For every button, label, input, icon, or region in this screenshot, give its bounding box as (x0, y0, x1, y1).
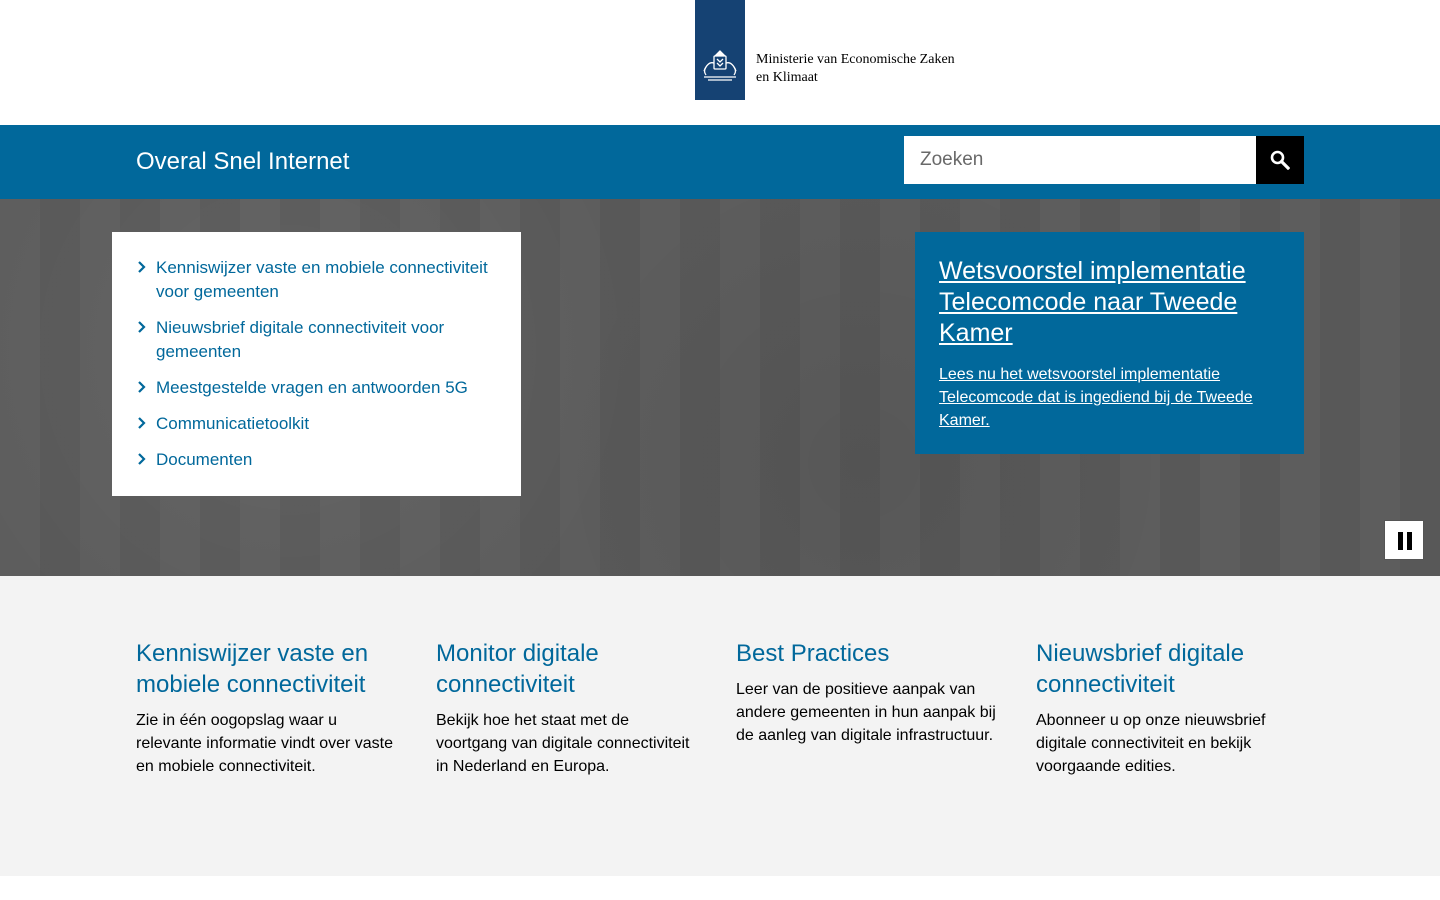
quicklink-item: Communicatietoolkit (136, 412, 497, 436)
chevron-right-icon (138, 261, 146, 273)
feature-text: Bekijk hoe het staat met de voortgang va… (436, 712, 690, 775)
feature-text: Abonneer u op onze nieuwsbrief digitale … (1036, 712, 1266, 775)
hero-carousel: Kenniswijzer vaste en mobiele connectivi… (0, 199, 1440, 576)
ministry-logo[interactable] (695, 0, 745, 100)
chevron-right-icon (138, 453, 146, 465)
ministry-name-line2: en Klimaat (756, 70, 818, 85)
feature-section: Kenniswijzer vaste en mobiele connectivi… (0, 576, 1440, 876)
quicklink-nieuwsbrief[interactable]: Nieuwsbrief digitale connectiviteit voor… (156, 316, 497, 364)
pause-icon-bar (1407, 532, 1412, 550)
ministry-name: Ministerie van Economische Zaken en Klim… (756, 51, 955, 87)
feature-title-nieuwsbrief[interactable]: Nieuwsbrief digitale connectiviteit (1036, 640, 1244, 698)
feature-title-kenniswijzer[interactable]: Kenniswijzer vaste en mobiele connectivi… (136, 640, 368, 698)
carousel-pause-button[interactable] (1384, 520, 1424, 560)
chevron-right-icon (138, 381, 146, 393)
feature-card: Nieuwsbrief digitale connectiviteit Abon… (1036, 638, 1296, 778)
spotlight-card: Wetsvoorstel implementatie Telecomcode n… (915, 232, 1304, 454)
feature-text: Zie in één oogopslag waar u relevante in… (136, 712, 394, 775)
quicklink-item: Documenten (136, 448, 497, 472)
site-bar: Overal Snel Internet (0, 125, 1440, 199)
chevron-right-icon (138, 321, 146, 333)
chevron-right-icon (138, 417, 146, 429)
site-header: Ministerie van Economische Zaken en Klim… (0, 0, 1440, 125)
feature-card: Kenniswijzer vaste en mobiele connectivi… (136, 638, 396, 778)
feature-text: Leer van de positieve aanpak van andere … (736, 681, 996, 744)
quicklink-item: Kenniswijzer vaste en mobiele connectivi… (136, 256, 497, 304)
quicklink-documenten[interactable]: Documenten (156, 448, 497, 472)
feature-title-monitor[interactable]: Monitor digitale connectiviteit (436, 640, 599, 698)
ministry-name-line1: Ministerie van Economische Zaken (756, 52, 955, 67)
feature-title-best-practices[interactable]: Best Practices (736, 640, 889, 667)
search-icon (1270, 150, 1290, 170)
feature-card: Monitor digitale connectiviteit Bekijk h… (436, 638, 696, 778)
pause-icon (1398, 532, 1403, 550)
search-button[interactable] (1256, 136, 1304, 184)
quicklink-communicatietoolkit[interactable]: Communicatietoolkit (156, 412, 497, 436)
coat-of-arms-icon (703, 50, 737, 81)
quicklink-item: Meestgestelde vragen en antwoorden 5G (136, 376, 497, 400)
quicklink-faq-5g[interactable]: Meestgestelde vragen en antwoorden 5G (156, 376, 497, 400)
search-input[interactable] (904, 136, 1256, 184)
feature-card: Best Practices Leer van de positieve aan… (736, 638, 996, 747)
quicklinks-panel: Kenniswijzer vaste en mobiele connectivi… (112, 232, 521, 496)
site-title[interactable]: Overal Snel Internet (136, 147, 349, 177)
spotlight-text-link[interactable]: Lees nu het wetsvoorstel implementatie T… (939, 363, 1280, 432)
quicklink-item: Nieuwsbrief digitale connectiviteit voor… (136, 316, 497, 364)
spotlight-title-link[interactable]: Wetsvoorstel implementatie Telecomcode n… (939, 256, 1280, 349)
quicklink-kenniswijzer[interactable]: Kenniswijzer vaste en mobiele connectivi… (156, 256, 497, 304)
